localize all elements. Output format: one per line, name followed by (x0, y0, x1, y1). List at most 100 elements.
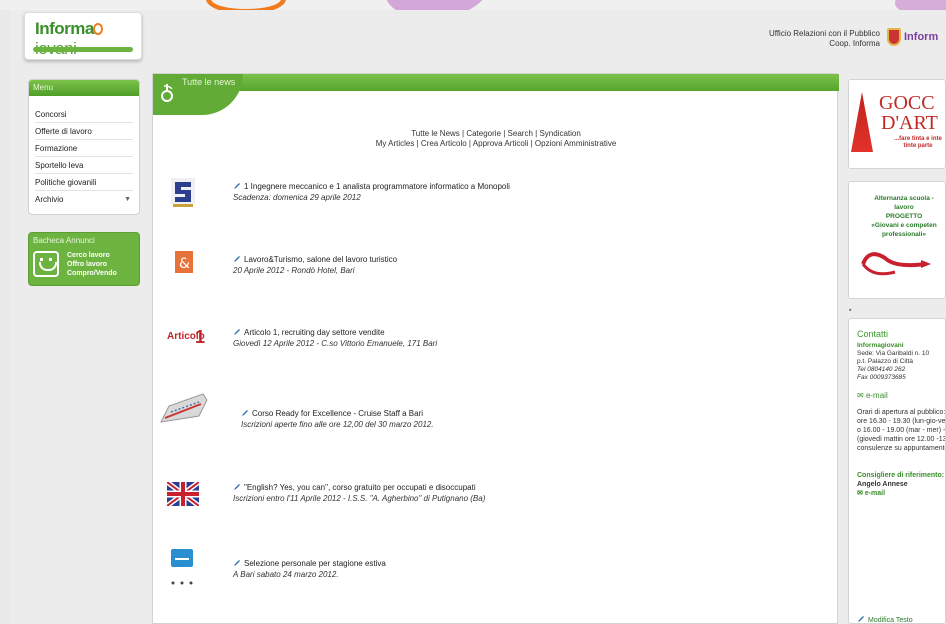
contatti-address2: p.t. Palazzo di Città (857, 358, 913, 365)
chevron-down-icon: ▼ (124, 196, 131, 203)
news-subtitle: 20 Aprile 2012 - Rondò Hotel, Bari (233, 266, 355, 275)
news-panel: Tutte le news Tutte le News | Categorie … (152, 73, 839, 624)
svg-text:1: 1 (195, 327, 205, 347)
menu-item-formazione[interactable]: Formazione (35, 140, 133, 157)
contatti-title: Contatti (857, 329, 889, 339)
mail-icon: ✉ (857, 391, 866, 400)
logo-g-icon (92, 23, 103, 35)
pencil-icon (234, 183, 240, 189)
modifica-testo-link[interactable]: Modifica Testo (857, 615, 913, 624)
smiley-icon (33, 251, 59, 277)
mail-icon: ✉ (857, 490, 865, 497)
contatti-email-label: e-mail (865, 391, 888, 400)
consigliere-email-label: e-mail (864, 490, 886, 497)
menu-list: Concorsi Offerte di lavoro Formazione Sp… (29, 96, 139, 208)
news-title[interactable]: Articolo 1, recruiting day settore vendi… (233, 328, 385, 337)
pencil-icon (234, 329, 240, 335)
news-title-text: Lavoro&Turismo, salone del lavoro turist… (244, 255, 398, 264)
contatti-address: Sede: Via Garibaldi n. 10 (857, 350, 930, 357)
alternanza-line: lavoro (894, 204, 914, 211)
consigliere-block: Consigliere di riferimento: Angelo Annes… (857, 471, 945, 498)
news-subtitle: Iscrizioni entro l'11 Aprile 2012 - I.S.… (233, 494, 486, 503)
news-subtitle: A Bari sabato 24 marzo 2012. (233, 570, 339, 579)
bullet-icon: ▪ (849, 307, 852, 314)
menu-item-sportello-leva[interactable]: Sportello leva (35, 157, 133, 174)
news-title-text: Corso Ready for Excellence - Cruise Staf… (252, 409, 424, 418)
link-search[interactable]: Search (508, 129, 533, 138)
menu-item-archivio[interactable]: Archivio ▼ (35, 191, 133, 208)
news-title[interactable]: "English? Yes, you can", corso gratuito … (233, 483, 476, 492)
news-panel-title: Tutte le news (182, 77, 236, 87)
contatti-body: Informagiovani Sede: Via Garibaldi n. 10… (857, 342, 946, 498)
partner-logo-text: Inform (904, 31, 939, 43)
menu-title: Menu (29, 80, 139, 96)
partner-logo[interactable]: Inform (887, 26, 946, 48)
puglia-logo-icon (171, 178, 195, 207)
link-categorie[interactable]: Categorie (466, 129, 501, 138)
news-title[interactable]: Lavoro&Turismo, salone del lavoro turist… (233, 255, 397, 264)
job-selection-icon (171, 549, 193, 585)
link-my-articles[interactable]: My Articles (376, 139, 415, 148)
menu-panel: Menu Concorsi Offerte di lavoro Formazio… (28, 79, 140, 215)
contatti-tel: Tel 0804140 262 (857, 366, 906, 373)
urp-line1: Ufficio Relazioni con il Pubblico (768, 29, 880, 38)
menu-item-archivio-label: Archivio (35, 195, 64, 204)
link-tutte-le-news[interactable]: Tutte le News (411, 129, 460, 138)
news-title[interactable]: 1 Ingegnere meccanico e 1 analista progr… (233, 182, 510, 191)
bacheca-link-cerco-lavoro[interactable]: Cerco lavoro (67, 251, 117, 260)
alternanza-line: professionali» (881, 231, 927, 238)
pencil-icon (242, 410, 248, 416)
news-nav-row2: My Articles | Crea Articolo | Approva Ar… (375, 139, 617, 148)
uk-flag-icon (167, 482, 199, 506)
urp-info: Ufficio Relazioni con il Pubblico Coop. … (769, 29, 880, 49)
alternanza-line: PROGETTO (885, 213, 923, 220)
pencil-icon (234, 484, 240, 490)
alternanza-line: «Giovani e competen (871, 222, 937, 229)
gocce-darte-banner[interactable]: GOCC D'ART ...fare tinta e inte tinte pa… (848, 79, 946, 169)
consigliere-email-link[interactable]: ✉ e-mail (857, 489, 945, 498)
link-opzioni-amministrative[interactable]: Opzioni Amministrative (535, 139, 616, 148)
contatti-email-link[interactable]: ✉ e-mail (857, 391, 945, 400)
coat-of-arms-icon (887, 28, 901, 46)
gocce-title-line1: GOCC (879, 92, 935, 114)
news-subtitle: Iscrizioni aperte fino alle ore 12,00 de… (241, 420, 434, 429)
news-title-text: Selezione personale per stagione estiva (244, 559, 386, 568)
link-approva-articoli[interactable]: Approva Articoli (473, 139, 529, 148)
news-panel-header (153, 74, 839, 91)
menu-item-politiche-giovanili[interactable]: Politiche giovanili (35, 174, 133, 191)
alternanza-banner[interactable]: Alternanza scuola - lavoro PROGETTO «Gio… (848, 181, 946, 299)
contatti-panel: Contatti Informagiovani Sede: Via Gariba… (848, 318, 946, 624)
gocce-title-line2: D'ART (881, 112, 938, 134)
pencil-icon (234, 560, 240, 566)
svg-text:&: & (179, 256, 190, 272)
menu-item-offerte-lavoro[interactable]: Offerte di lavoro (35, 123, 133, 140)
news-title[interactable]: Corso Ready for Excellence - Cruise Staf… (241, 409, 423, 418)
menu-item-concorsi[interactable]: Concorsi (35, 106, 133, 123)
contatti-orari: Orari di apertura al pubblico: ore 16.30… (857, 409, 946, 452)
news-title-text: "English? Yes, you can", corso gratuito … (244, 483, 476, 492)
informagiovani-g-icon (161, 84, 173, 102)
consigliere-name: Angelo Annese (857, 481, 908, 488)
pencil-icon (858, 616, 864, 622)
link-crea-articolo[interactable]: Crea Articolo (421, 139, 467, 148)
informagiovani-logo[interactable]: Informaiovani (24, 12, 142, 60)
articolo1-logo-icon: Articolo 1 (167, 327, 205, 347)
news-subtitle: Giovedì 12 Aprile 2012 - C.so Vittorio E… (233, 339, 438, 348)
alternanza-text: Alternanza scuola - lavoro PROGETTO «Gio… (849, 194, 945, 239)
contatti-fax: Fax 0009373685 (857, 374, 906, 381)
heart-arrow-icon (861, 252, 931, 276)
news-subtitle: Scadenza: domenica 29 aprile 2012 (233, 193, 361, 202)
contatti-org: Informagiovani (857, 342, 904, 349)
link-syndication[interactable]: Syndication (539, 129, 580, 138)
bacheca-link-offro-lavoro[interactable]: Offro lavoro (67, 260, 117, 269)
lavoro-turismo-logo-icon: & (175, 251, 193, 273)
modifica-label: Modifica Testo (868, 617, 913, 624)
logo-text-main: Informa (35, 19, 94, 38)
news-title[interactable]: Selezione personale per stagione estiva (233, 559, 386, 568)
pencil-icon (234, 256, 240, 262)
news-nav-row1: Tutte le News | Categorie | Search | Syn… (411, 129, 581, 138)
bacheca-link-compro-vendo[interactable]: Compro/Vendo (67, 269, 117, 278)
consigliere-label: Consigliere di riferimento: (857, 472, 945, 479)
news-title-text: 1 Ingegnere meccanico e 1 analista progr… (244, 182, 510, 191)
news-title-text: Articolo 1, recruiting day settore vendi… (244, 328, 385, 337)
